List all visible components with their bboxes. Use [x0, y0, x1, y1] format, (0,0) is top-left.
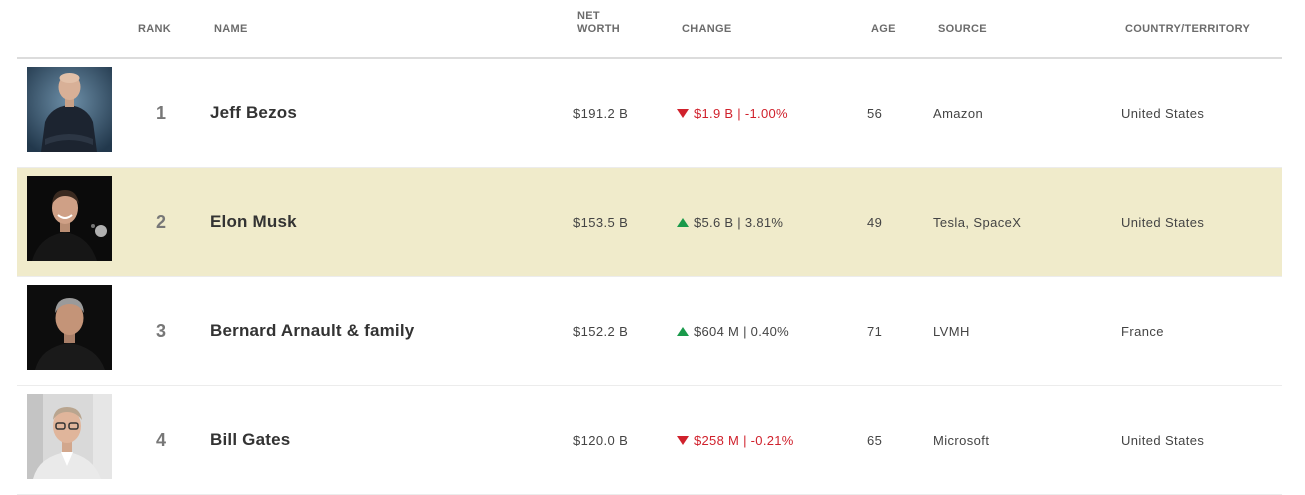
column-header-net-worth[interactable]: NET WORTH [577, 10, 637, 36]
age-value: 56 [867, 105, 883, 121]
table-row[interactable]: 1 Jeff Bezos $191.2 B $1.9 B | -1.00% 56… [17, 59, 1282, 168]
avatar-musk-image [27, 176, 112, 261]
source-value: Tesla, SpaceX [933, 214, 1022, 230]
avatar[interactable] [27, 67, 112, 152]
column-header-source[interactable]: SOURCE [938, 23, 987, 36]
country-value: United States [1121, 432, 1205, 448]
net-worth-value: $152.2 B [573, 323, 629, 339]
country-value: United States [1121, 105, 1205, 121]
age-value: 49 [867, 214, 883, 230]
change-value: $258 M | -0.21% [677, 386, 794, 494]
table-header: RANK NAME NET WORTH CHANGE AGE SOURCE CO… [17, 0, 1282, 60]
table-row[interactable]: 3 Bernard Arnault & family $152.2 B $604… [17, 277, 1282, 386]
country-value: United States [1121, 214, 1205, 230]
change-text: $604 M | 0.40% [694, 323, 790, 339]
change-value: $604 M | 0.40% [677, 277, 789, 385]
age-value: 65 [867, 432, 883, 448]
net-worth-value: $120.0 B [573, 432, 629, 448]
column-header-country[interactable]: COUNTRY/TERRITORY [1125, 23, 1250, 36]
net-worth-value: $191.2 B [573, 105, 629, 121]
column-header-rank[interactable]: RANK [138, 23, 171, 36]
column-header-change[interactable]: CHANGE [682, 23, 731, 36]
change-value: $5.6 B | 3.81% [677, 168, 783, 276]
person-name-link[interactable]: Bernard Arnault & family [210, 277, 414, 385]
column-header-age[interactable]: AGE [871, 23, 896, 36]
source-value: Amazon [933, 105, 984, 121]
source-value: LVMH [933, 323, 970, 339]
avatar-bezos-image [27, 67, 112, 152]
table-row[interactable]: 4 Bill Gates $120.0 B $258 M | -0.21% 65… [17, 386, 1282, 495]
age-value: 71 [867, 323, 883, 339]
change-value: $1.9 B | -1.00% [677, 59, 788, 167]
avatar[interactable] [27, 285, 112, 370]
person-name-link[interactable]: Jeff Bezos [210, 59, 297, 167]
country-value: France [1121, 323, 1164, 339]
arrow-down-icon [677, 435, 689, 445]
rank-value: 4 [156, 429, 167, 450]
change-text: $5.6 B | 3.81% [694, 214, 784, 230]
rank-value: 2 [156, 211, 167, 232]
column-header-net-worth-line1: NET [577, 10, 600, 22]
table-row[interactable]: 2 Elon Musk $153.5 B $5.6 B | 3.81% 49 T… [17, 168, 1282, 277]
avatar-gates-image [27, 394, 112, 479]
net-worth-value: $153.5 B [573, 214, 629, 230]
arrow-up-icon [677, 217, 689, 227]
column-header-name[interactable]: NAME [214, 23, 248, 36]
column-header-net-worth-line2: WORTH [577, 23, 621, 35]
change-text: $258 M | -0.21% [694, 432, 794, 448]
person-name-link[interactable]: Elon Musk [210, 168, 297, 276]
change-text: $1.9 B | -1.00% [694, 105, 788, 121]
rank-value: 3 [156, 320, 167, 341]
avatar[interactable] [27, 176, 112, 261]
rank-value: 1 [156, 102, 167, 123]
person-name-link[interactable]: Bill Gates [210, 386, 290, 494]
avatar-arnault-image [27, 285, 112, 370]
source-value: Microsoft [933, 432, 990, 448]
avatar[interactable] [27, 394, 112, 479]
arrow-up-icon [677, 326, 689, 336]
arrow-down-icon [677, 108, 689, 118]
